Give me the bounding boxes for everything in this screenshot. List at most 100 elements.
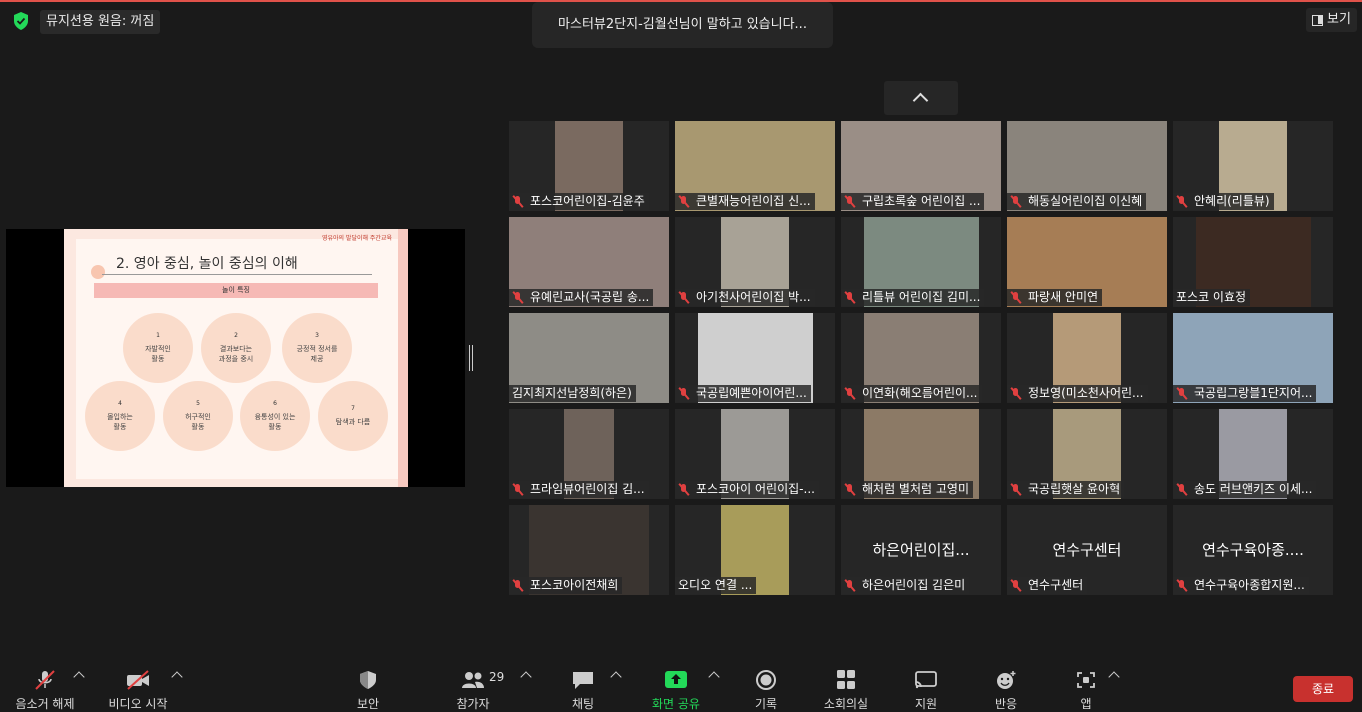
participant-name: 김지최지선남정희(하은) [512,386,632,400]
participant-count: 29 [489,670,505,684]
participant-name: 포스코 이효정 [1176,290,1247,304]
participant-tile[interactable]: 하은어린이집... 하은어린이집 김은미 [841,505,1001,595]
mic-muted-icon [1010,483,1022,496]
slide-side-decoration [398,229,408,487]
unmute-button[interactable]: 음소거 해제 [5,660,85,712]
participant-name: 유예린교사(국공립 송... [530,290,650,304]
participant-name-tag: 오디오 연결 ... [675,577,757,594]
participant-display-name: 하은어린이집... [872,541,970,559]
participant-name: 포스코어린이집-김윤주 [530,194,645,208]
participant-tile[interactable]: 큰별재능어린이집 신... [675,121,835,211]
security-button[interactable]: 보안 [328,660,408,712]
slide-play-feature-2: 2 결과보다는 과정을 중시 [201,313,271,383]
security-icon [360,671,376,689]
participant-name-tag: 아기천사어린이집 박... [675,289,815,306]
reactions-button[interactable]: 반응 [966,660,1046,712]
slide-feature-text: 긍정적 정서를 제공 [296,345,338,363]
participants-icon [462,672,484,688]
slide-play-feature-4: 4 몰입하는 활동 [85,381,155,451]
participant-name-tag: 송도 러브앤키즈 이세... [1173,481,1317,498]
breakout-rooms-button[interactable]: 소회의실 [806,660,886,712]
reactions-label: 반응 [994,697,1018,711]
slide-feature-number: 7 [351,404,355,412]
participant-name: 리틀뷰 어린이집 김미... [862,290,981,304]
participant-name-tag: 큰별재능어린이집 신... [675,193,815,210]
slide-play-feature-6: 6 융통성이 있는 활동 [240,381,310,451]
participant-tile[interactable]: 유예린교사(국공립 송... [509,217,669,307]
participant-tile[interactable]: 송도 러브앤키즈 이세... [1173,409,1333,499]
record-label: 기록 [754,697,778,711]
gallery-scroll-up-button[interactable] [884,81,958,115]
participant-name: 연수구육아종합지원... [1194,578,1305,592]
participant-display-name: 연수구육아종.... [1202,541,1304,559]
slide-title-dot [91,265,105,279]
participant-name: 구립초록숲 어린이집 ... [862,194,981,208]
participant-name-tag: 국공립햇살 윤아혁 [1007,481,1125,498]
record-button[interactable]: 기록 [726,660,806,712]
participant-name: 해동실어린이집 이신혜 [1028,194,1143,208]
security-label: 보안 [356,697,380,711]
slide-title: 2. 영아 중심, 놀이 중심의 이해 [116,256,298,272]
participant-tile[interactable]: 국공립예쁜아이어린... [675,313,835,403]
slide-play-feature-7: 7 탐색과 다름 [318,381,388,451]
mic-muted-icon [1010,579,1022,592]
apps-button[interactable]: 앱 [1046,660,1126,712]
share-screen-button[interactable]: 화면 공유 [636,660,716,712]
participant-tile[interactable]: 이연화(해오름어린이... [841,313,1001,403]
original-sound-status[interactable]: 뮤지션용 원음: 꺼짐 [40,10,161,34]
participant-tile[interactable]: 국공립햇살 윤아혁 [1007,409,1167,499]
slide-play-feature-5: 5 허구적인 활동 [163,381,233,451]
breakout-rooms-icon [837,670,855,689]
start-video-button[interactable]: 비디오 시작 [98,660,178,712]
participant-name-tag: 김지최지선남정희(하은) [509,385,636,402]
participant-name-tag: 포스코 이효정 [1173,289,1251,306]
video-off-icon [127,670,149,690]
participant-tile[interactable]: 파랑새 안미연 [1007,217,1167,307]
share-screen-label: 화면 공유 [652,697,700,711]
participant-tile[interactable]: 안혜리(리틀뷰) [1173,121,1333,211]
chevron-up-icon [912,92,929,109]
slide-feature-number: 4 [118,400,122,408]
participant-name: 국공립햇살 윤아혁 [1028,482,1121,496]
participants-button[interactable]: 29 참가자 [433,660,513,712]
support-label: 지원 [914,697,938,711]
participant-name-tag: 리틀뷰 어린이집 김미... [841,289,985,306]
participant-tile[interactable]: 해처럼 별처럼 고영미 [841,409,1001,499]
participant-tile[interactable]: 포스코아이 어린이집-... [675,409,835,499]
participant-tile[interactable]: 포스코어린이집-김윤주 [509,121,669,211]
participant-name-tag: 정보영(미소천사어린... [1007,385,1148,402]
end-meeting-button[interactable]: 종료 [1293,676,1353,702]
participant-name-tag: 포스코어린이집-김윤주 [509,193,649,210]
mic-muted-icon [1010,195,1022,208]
slide-feature-number: 2 [234,332,238,340]
participant-tile[interactable]: 김지최지선남정희(하은) [509,313,669,403]
participant-tile[interactable]: 아기천사어린이집 박... [675,217,835,307]
participant-tile[interactable]: 포스코아이전채희 [509,505,669,595]
participant-name-tag: 포스코아이 어린이집-... [675,481,819,498]
view-button[interactable]: 보기 [1306,8,1357,32]
participant-tile[interactable]: 국공립그랑블1단지어... [1173,313,1333,403]
participant-name-tag: 해처럼 별처럼 고영미 [841,481,973,498]
participant-tile[interactable]: 프라임뷰어린이집 김... [509,409,669,499]
participant-tile[interactable]: 구립초록숲 어린이집 ... [841,121,1001,211]
mic-muted-icon [844,195,856,208]
participant-tile[interactable]: 포스코 이효정 [1173,217,1333,307]
view-layout-icon [1312,14,1323,26]
mic-muted-icon [35,670,55,690]
mic-muted-icon [678,387,690,400]
participant-tile[interactable]: 정보영(미소천사어린... [1007,313,1167,403]
participants-options-caret[interactable] [520,671,532,683]
panel-resize-handle[interactable] [469,345,473,371]
participant-tile[interactable]: 해동실어린이집 이신혜 [1007,121,1167,211]
participant-display-name: 연수구센터 [1052,541,1122,559]
participant-tile[interactable]: 연수구센터 연수구센터 [1007,505,1167,595]
participant-tile[interactable]: 오디오 연결 ... [675,505,835,595]
security-shield-icon[interactable] [12,11,30,31]
slide-subheading: 놀이 특징 [94,283,378,298]
chat-button[interactable]: 채팅 [543,660,623,712]
participant-tile[interactable]: 리틀뷰 어린이집 김미... [841,217,1001,307]
participant-tile[interactable]: 연수구육아종.... 연수구육아종합지원... [1173,505,1333,595]
support-button[interactable]: 지원 [886,660,966,712]
slide-feature-text: 탐색과 다름 [335,417,371,426]
mic-muted-icon [678,195,690,208]
